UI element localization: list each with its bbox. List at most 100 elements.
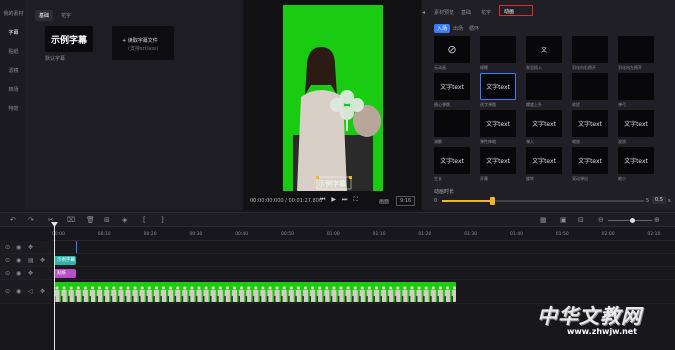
animation-preset[interactable] <box>480 36 516 63</box>
thumbnail-figure <box>380 286 387 302</box>
next-frame-icon[interactable]: ⏭ <box>342 196 347 204</box>
undo-icon[interactable]: ↶ <box>10 215 16 225</box>
lock-icon[interactable]: ⊙ <box>5 270 10 277</box>
animation-preset[interactable] <box>526 73 562 100</box>
duration-thumb[interactable] <box>490 197 495 205</box>
animation-preset-label: 弹性伸缩 <box>480 139 496 144</box>
animation-preset[interactable]: 文字text <box>618 110 654 137</box>
preset-subtitle-card[interactable]: 示例字幕 <box>45 26 93 52</box>
thumbnail-figure <box>124 286 131 302</box>
lock-icon[interactable]: ⊙ <box>5 244 10 251</box>
lock-icon[interactable]: ⊙ <box>5 288 10 295</box>
eye-icon[interactable]: ◉ <box>16 257 21 264</box>
animation-preset[interactable] <box>572 73 608 100</box>
animation-preset[interactable]: 文字text <box>480 73 516 100</box>
thumbnail-figure <box>82 286 88 302</box>
hair <box>305 47 337 95</box>
nav-subtitles[interactable]: 字幕 <box>0 29 27 36</box>
move-icon[interactable]: ✥ <box>28 270 33 277</box>
nav-effects[interactable]: 特效 <box>0 105 27 112</box>
subtab-in[interactable]: 入场 <box>434 24 451 33</box>
aspect-label[interactable]: 画面 <box>379 198 389 205</box>
tab-basic[interactable]: 基础 <box>35 10 54 21</box>
audio-icon[interactable]: ▤ <box>28 257 34 264</box>
bracket-left-icon[interactable]: [ <box>143 215 146 225</box>
eye-icon[interactable]: ◉ <box>16 244 21 251</box>
subtab-loop[interactable]: 循环 <box>469 25 479 32</box>
duration-input[interactable]: 0.5 <box>652 196 666 204</box>
animation-preset-label: 模糊 <box>480 65 488 70</box>
tab-animation[interactable]: 动画 <box>499 5 533 16</box>
tab-asset-preview[interactable]: 素材预览 <box>434 9 454 16</box>
link-icon[interactable]: ⊟ <box>578 215 584 225</box>
thumbnail-figure <box>451 286 456 302</box>
nav-transitions[interactable]: 转场 <box>0 86 27 93</box>
preset-subtitle-text: 示例字幕 <box>50 35 87 46</box>
aspect-select[interactable]: 9:16 <box>396 196 416 206</box>
animation-preset-label: 生长 <box>434 176 442 181</box>
animation-preset[interactable]: 文字text <box>572 110 608 137</box>
text-clip[interactable]: 示例字幕 <box>54 256 76 265</box>
move-icon[interactable]: ✥ <box>40 257 45 264</box>
tab-basic-props[interactable]: 基础 <box>461 9 471 16</box>
mute-icon[interactable]: ◁ <box>28 288 33 295</box>
subtab-out[interactable]: 出场 <box>453 25 463 32</box>
track-empty: ⊙ ◉ ✥ <box>0 241 675 254</box>
play-icon[interactable]: ▶ <box>331 196 336 204</box>
preview-subtitle[interactable]: 示例字幕 <box>318 179 346 189</box>
eye-icon[interactable]: ◉ <box>16 270 21 277</box>
zoom-in-icon[interactable]: ⊕ <box>654 215 660 225</box>
animation-preset[interactable]: 文字text <box>434 73 470 100</box>
thumbnail-figure <box>273 286 280 302</box>
animation-preset[interactable] <box>618 36 654 63</box>
zoom-slider[interactable] <box>608 218 652 223</box>
redo-icon[interactable]: ↷ <box>28 215 34 225</box>
thumbnail-figure <box>110 286 117 302</box>
move-icon[interactable]: ✥ <box>40 288 45 295</box>
thumbnail-figure <box>195 286 202 302</box>
eye-icon[interactable]: ◉ <box>16 288 21 295</box>
nav-stickers[interactable]: 贴纸 <box>0 48 27 55</box>
snap-icon[interactable]: ▦ <box>540 215 547 225</box>
video-preview[interactable]: 示例字幕 <box>283 5 383 191</box>
animation-preset[interactable]: 文字text <box>480 147 516 174</box>
delete-icon[interactable]: 🗑 <box>86 215 95 225</box>
move-icon[interactable]: ✥ <box>28 244 33 251</box>
prev-frame-icon[interactable]: ⏮ <box>320 196 325 204</box>
thumbnail-figure <box>266 286 273 302</box>
bracket-right-icon[interactable]: ] <box>161 215 164 225</box>
tab-fancy-text[interactable]: 花字 <box>57 10 75 21</box>
nav-filters[interactable]: 滤镜 <box>0 67 27 74</box>
animation-preset[interactable]: 文字text <box>434 147 470 174</box>
ruler-tick: 01:50 <box>555 232 569 237</box>
animation-preset[interactable]: ⊘ <box>434 36 470 63</box>
lock-icon[interactable]: ⊙ <box>5 257 10 264</box>
fullscreen-icon[interactable]: ⛶ <box>353 196 357 204</box>
image-icon[interactable]: ▣ <box>560 215 567 225</box>
tab-fancy-props[interactable]: 花字 <box>481 9 491 16</box>
time-ruler[interactable]: 00:00 00:10 00:20 00:30 00:40 00:50 01:00 01:10… <box>52 227 675 241</box>
animation-preset-label: 螺旋上升 <box>526 102 542 107</box>
import-subtitle-button[interactable]: + 读取字幕文件 (支持srt/ass) <box>112 26 174 60</box>
zoom-out-icon[interactable]: ⊖ <box>598 215 604 225</box>
sticker-clip[interactable]: 贴纸 <box>54 269 76 278</box>
nav-my-assets[interactable]: 我的素材 <box>0 10 27 17</box>
animation-preset[interactable]: 文 <box>526 36 562 63</box>
collapse-icon[interactable]: ◂ <box>422 9 425 16</box>
video-clip[interactable] <box>54 282 456 302</box>
animation-preset[interactable] <box>572 36 608 63</box>
animation-preset[interactable]: 文字text <box>572 147 608 174</box>
freeze-icon[interactable]: ⊞ <box>104 215 110 225</box>
animation-preset[interactable]: 文字text <box>526 147 562 174</box>
crop-icon[interactable]: ⌧ <box>67 215 75 225</box>
animation-preset[interactable] <box>434 110 470 137</box>
animation-preset[interactable]: 文字text <box>480 110 516 137</box>
watermark-url: www.zhwjw.net <box>567 327 638 336</box>
marker-icon[interactable]: ◈ <box>122 215 127 225</box>
duration-slider[interactable] <box>442 197 644 205</box>
animation-preset[interactable] <box>618 73 654 100</box>
animation-preset[interactable]: 文字text <box>526 110 562 137</box>
zoom-thumb[interactable] <box>630 218 635 223</box>
animation-preset[interactable]: 文字text <box>618 147 654 174</box>
playhead[interactable] <box>54 222 55 350</box>
